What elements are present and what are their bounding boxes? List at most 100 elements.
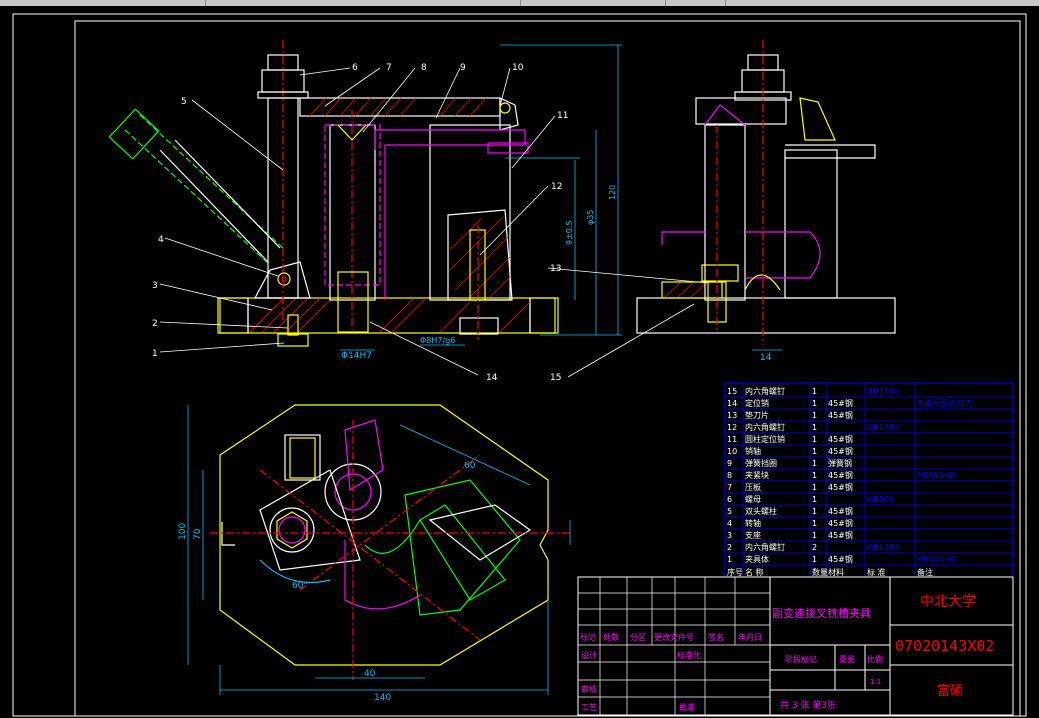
parts-cell-no: 15	[727, 387, 737, 396]
plan-view	[187, 404, 571, 695]
parts-cell-no: 10	[727, 447, 737, 456]
leader-number: 11	[557, 111, 568, 121]
parts-cell-std: GB1760	[867, 423, 899, 432]
dim-d-small: Φ14H7	[341, 351, 372, 361]
leader-number: 10	[512, 63, 524, 73]
parts-cell-qty: 1	[812, 399, 817, 408]
parts-cell-qty: 1	[812, 435, 817, 444]
leader-number: 12	[551, 182, 562, 192]
parts-header-cell: 序号	[727, 567, 743, 577]
parts-cell-name: 螺母	[745, 494, 761, 504]
parts-cell-no: 12	[727, 423, 737, 432]
plan-dim-w-inner: 40	[364, 669, 376, 679]
side-dim-w: 14	[760, 353, 772, 363]
parts-cell-qty: 1	[812, 483, 817, 492]
leader-number: 5	[181, 97, 187, 107]
parts-cell-note: 与盖尺配合可刀	[917, 398, 973, 408]
parts-cell-note: HBS55-65	[917, 471, 957, 480]
parts-cell-qty: 1	[812, 411, 817, 420]
leader-number: 6	[352, 63, 358, 73]
stage-label: 阶段标记	[785, 654, 817, 664]
dim-h3: 120	[608, 185, 617, 200]
parts-cell-no: 11	[727, 435, 737, 444]
parts-cell-std: GB1760	[867, 543, 899, 552]
parts-cell-qty: 2	[812, 543, 817, 552]
parts-cell-no: 7	[727, 483, 732, 492]
parts-cell-qty: 1	[812, 459, 817, 468]
parts-cell-name: 转轴	[745, 518, 761, 528]
drawing-frame	[12, 13, 1027, 717]
row-approve-label: 批准	[679, 702, 695, 712]
parts-cell-no: 5	[727, 507, 732, 516]
parts-cell-no: 9	[727, 459, 732, 468]
leader-number: 9	[460, 63, 466, 73]
parts-cell-qty: 1	[812, 387, 817, 396]
parts-cell-mat: 45#钢	[828, 446, 853, 456]
parts-header-cell: 数量	[812, 567, 828, 577]
plan-dim-w-outer: 140	[374, 693, 391, 703]
parts-cell-qty: 1	[812, 507, 817, 516]
rev-header: 标记	[580, 632, 596, 642]
leader-number: 8	[421, 63, 427, 73]
parts-cell-no: 3	[727, 531, 732, 540]
leader-number: 13	[550, 264, 561, 274]
parts-list: 15 内六角螺钉 1 GB176014 定位销 1 45#钢 与盖尺配合可刀13 垫刀片 1 45#…	[724, 382, 1014, 578]
dim-d-large: Φ8H7/g6	[420, 336, 455, 345]
parts-cell-name: 圆柱定位销	[745, 434, 785, 444]
plan-dim-diag: 60	[464, 461, 476, 471]
parts-cell-name: 销轴	[745, 446, 761, 456]
parts-cell-qty: 1	[812, 495, 817, 504]
parts-cell-name: 夹具体	[745, 554, 769, 564]
parts-cell-no: 1	[727, 555, 732, 564]
scale-label: 比例	[867, 654, 883, 664]
rev-header: 分区	[630, 633, 646, 642]
scale-value: 1:1	[870, 678, 881, 686]
parts-cell-mat: 45#钢	[828, 554, 853, 564]
parts-cell-qty: 1	[812, 447, 817, 456]
parts-cell-name: 内六角螺钉	[745, 422, 785, 432]
parts-cell-no: 8	[727, 471, 732, 480]
rev-header: 年月日	[738, 632, 762, 642]
leader-number: 7	[386, 63, 392, 73]
side-view	[636, 40, 896, 351]
title-block-texts: 标记 处数 分区 更改文件号 签名 年月日 设计 标准化 审核 工艺 批准 副变…	[580, 594, 994, 712]
leader-number: 14	[486, 373, 498, 383]
parts-cell-qty: 1	[812, 519, 817, 528]
cad-drawing-canvas[interactable]: Φ14H7 Φ8H7/g6 9±0.5 φ35 120 1 2 3 4 5 6 …	[0, 6, 1039, 718]
parts-cell-mat: 45#钢	[828, 398, 853, 408]
leader-number: 3	[152, 281, 158, 291]
parts-cell-mat: 45#钢	[828, 470, 853, 480]
parts-cell-no: 2	[727, 543, 732, 552]
parts-cell-qty: 1	[812, 471, 817, 480]
parts-cell-name: 内六角螺钉	[745, 386, 785, 396]
parts-cell-mat: 45#钢	[828, 530, 853, 540]
school-name: 中北大学	[920, 594, 976, 610]
parts-cell-name: 支座	[745, 530, 761, 540]
parts-cell-std: GB1760	[867, 387, 899, 396]
row-process-label: 工艺	[581, 703, 597, 712]
rev-header: 处数	[603, 632, 619, 642]
parts-cell-name: 内六角螺钉	[745, 542, 785, 552]
leader-lines	[159, 67, 709, 378]
plan-dim-h-outer: 100	[178, 523, 188, 540]
leader-number: 15	[550, 373, 561, 383]
parts-cell-name: 弹簧挡圈	[745, 458, 777, 468]
parts-cell-no: 14	[727, 399, 737, 408]
parts-cell-no: 6	[727, 495, 732, 504]
parts-header-cell: 备注	[917, 567, 933, 577]
parts-cell-mat: 45#钢	[828, 434, 853, 444]
parts-cell-qty: 1	[812, 423, 817, 432]
parts-cell-no: 13	[727, 411, 737, 420]
parts-cell-mat: 45#钢	[828, 482, 853, 492]
author-name: 富硕	[937, 683, 963, 699]
row-design-label: 设计	[581, 650, 597, 660]
plan-dim-h-inner: 70	[193, 528, 203, 540]
leader-number: 1	[152, 349, 158, 359]
row-std-label: 标准化	[677, 650, 701, 660]
plan-view-dimension-texts: 40 140 100 70 60° 60	[178, 461, 476, 703]
parts-cell-name: 定位销	[745, 398, 769, 408]
parts-cell-name: 压板	[745, 482, 761, 492]
leader-number: 2	[152, 319, 158, 329]
row-check-label: 审核	[581, 684, 597, 694]
front-view	[108, 40, 622, 351]
